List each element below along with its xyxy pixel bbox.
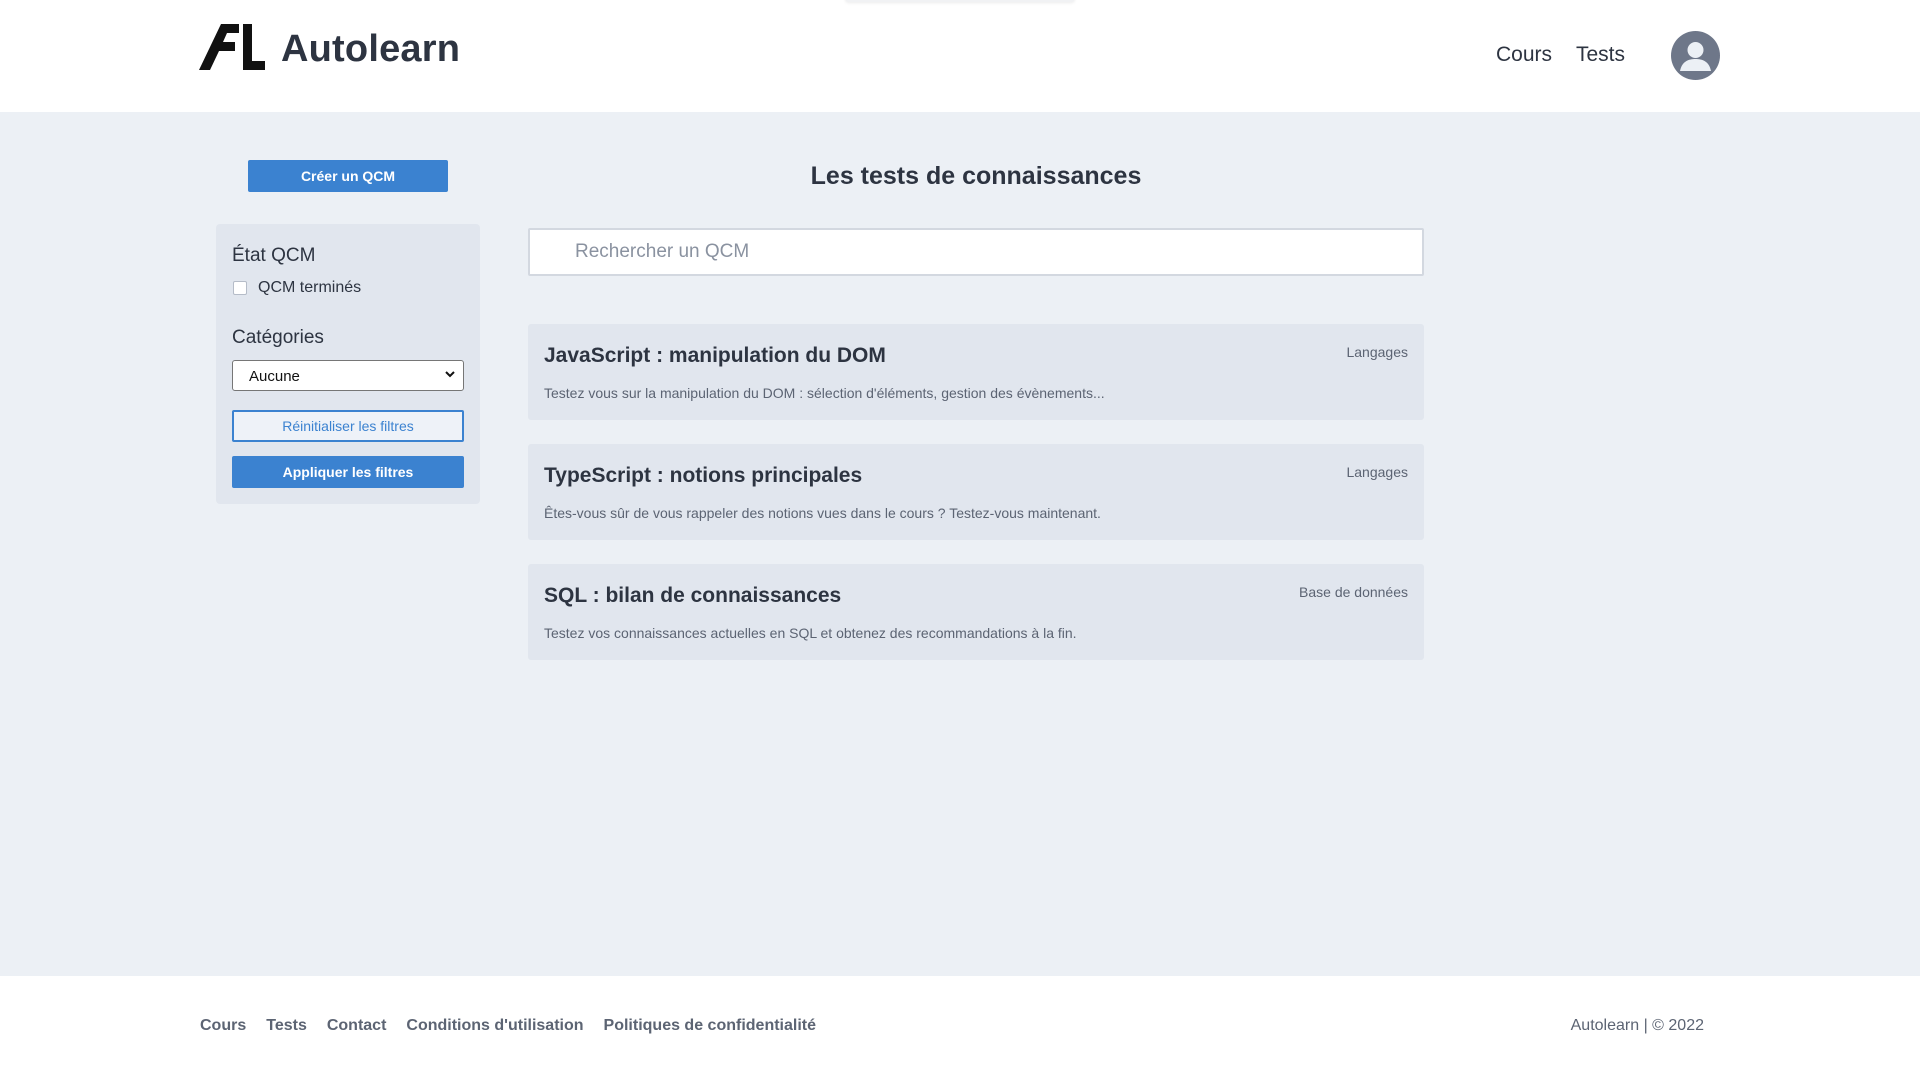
footer-link-cours[interactable]: Cours [200, 1017, 246, 1035]
reset-filters-button[interactable]: Réinitialiser les filtres [232, 410, 464, 442]
qcm-card-title: JavaScript : manipulation du DOM [544, 344, 886, 367]
chevron-down-icon [445, 371, 455, 378]
footer-copyright: Autolearn | © 2022 [1570, 1017, 1704, 1034]
completed-checkbox-label[interactable]: QCM terminés [258, 279, 361, 297]
footer-link-privacy[interactable]: Politiques de confidentialité [604, 1017, 816, 1035]
categories-title: Catégories [232, 327, 324, 348]
footer-link-terms[interactable]: Conditions d'utilisation [406, 1017, 583, 1035]
qcm-card[interactable]: TypeScript : notions principales Langage… [528, 444, 1424, 540]
top-indicator [845, 0, 1075, 2]
main-content: Créer un QCM État QCM QCM terminés Catég… [0, 112, 1920, 976]
create-qcm-button[interactable]: Créer un QCM [248, 160, 448, 192]
filter-sidebar: État QCM QCM terminés Catégories Aucune … [216, 224, 480, 504]
apply-filters-button[interactable]: Appliquer les filtres [232, 456, 464, 488]
qcm-card[interactable]: SQL : bilan de connaissances Base de don… [528, 564, 1424, 660]
footer: Cours Tests Contact Conditions d'utilisa… [0, 976, 1920, 1080]
footer-links: Cours Tests Contact Conditions d'utilisa… [200, 1017, 816, 1035]
search-input[interactable] [528, 228, 1424, 276]
completed-checkbox[interactable] [233, 281, 247, 295]
category-selected-value: Aucune [249, 368, 300, 385]
category-select[interactable]: Aucune [232, 360, 464, 391]
state-filter-title: État QCM [232, 245, 316, 266]
qcm-card-category: Langages [1346, 464, 1408, 480]
footer-link-contact[interactable]: Contact [327, 1017, 387, 1035]
qcm-card-title: SQL : bilan de connaissances [544, 584, 842, 607]
footer-link-tests[interactable]: Tests [266, 1017, 307, 1035]
qcm-card-category: Langages [1346, 344, 1408, 360]
qcm-card-category: Base de données [1299, 584, 1408, 600]
qcm-card-description: Testez vos connaissances actuelles en SQ… [544, 625, 1077, 641]
header: Autolearn Cours Tests [0, 0, 1920, 112]
page-title: Les tests de connaissances [810, 162, 1142, 190]
qcm-card-description: Testez vous sur la manipulation du DOM :… [544, 385, 1105, 401]
nav-tests[interactable]: Tests [1576, 43, 1625, 67]
qcm-card[interactable]: JavaScript : manipulation du DOM Langage… [528, 324, 1424, 420]
nav-cours[interactable]: Cours [1496, 43, 1552, 67]
qcm-card-description: Êtes-vous sûr de vous rappeler des notio… [544, 505, 1101, 521]
qcm-card-title: TypeScript : notions principales [544, 464, 863, 487]
user-avatar[interactable] [1671, 31, 1720, 80]
autolearn-logo-icon[interactable] [199, 24, 265, 70]
user-icon [1680, 42, 1711, 71]
brand-name[interactable]: Autolearn [281, 28, 460, 71]
